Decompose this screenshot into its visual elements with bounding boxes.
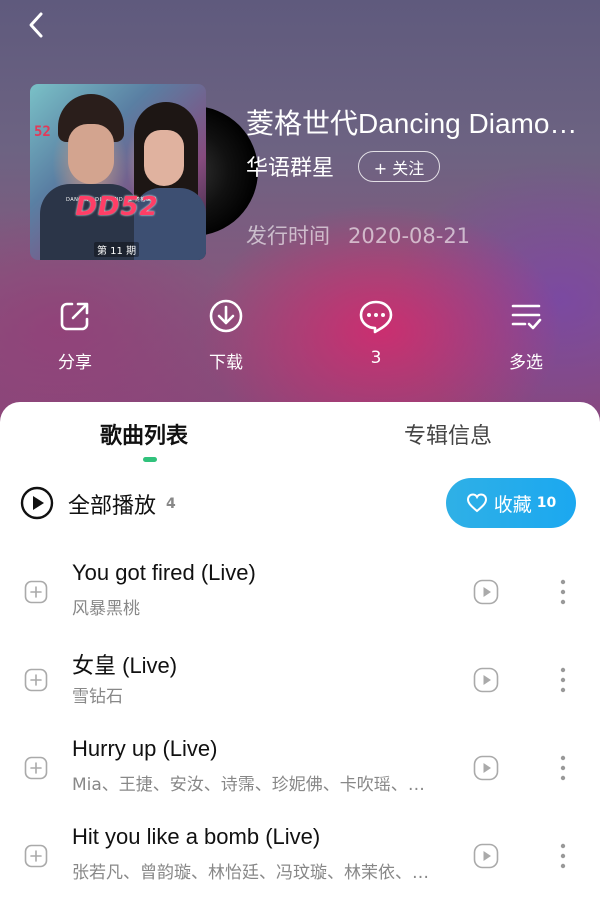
heart-icon (466, 493, 487, 513)
more-icon[interactable] (557, 752, 569, 784)
song-artist: 雪钻石 (72, 687, 123, 707)
add-to-playlist-icon[interactable] (24, 668, 48, 692)
song-title: Hit you like a bomb (Live) (72, 824, 321, 849)
share-label: 分享 (58, 353, 92, 373)
play-all-icon[interactable] (20, 486, 54, 520)
more-icon[interactable] (557, 840, 569, 872)
multi-select-icon (511, 304, 542, 330)
cover-logo: DD52 (75, 192, 159, 222)
album-artist[interactable]: 华语群星 (246, 150, 334, 182)
song-row[interactable]: Hit you like a bomb (Live) 张若凡、曾韵璇、林怡廷、冯… (0, 824, 600, 912)
album-detail-screen: 52 DANCING DIAMOND 52 菱格世代 DD52 第 11 期 菱… (0, 0, 600, 912)
release-date: 2020-08-21 (348, 224, 471, 248)
download-label: 下载 (209, 353, 243, 373)
comment-count: 3 (370, 348, 382, 368)
follow-button[interactable]: + 关注 (358, 151, 440, 182)
tab-album-info[interactable]: 专辑信息 (404, 418, 492, 450)
song-row[interactable]: Hurry up (Live) Mia、王捷、安汝、诗霈、珍妮佛、卡吹瑶、曾紫瑶 (0, 736, 600, 824)
add-to-playlist-icon[interactable] (24, 844, 48, 868)
cover-number: 52 (34, 124, 51, 140)
multi-select-button[interactable]: 多选 (481, 298, 571, 373)
more-icon[interactable] (557, 576, 569, 608)
download-icon (209, 299, 243, 333)
play-video-icon[interactable] (473, 843, 499, 869)
song-title: Hurry up (Live) (72, 736, 218, 761)
album-title: 菱格世代Dancing Diamond52 第11期 (246, 108, 580, 139)
collect-label: 收藏 (493, 493, 532, 516)
tab-song-list[interactable]: 歌曲列表 (100, 418, 188, 450)
comment-icon (359, 300, 393, 334)
play-video-icon[interactable] (473, 579, 499, 605)
release-label: 发行时间 (246, 224, 330, 248)
cover-episode: 第 11 期 (94, 242, 140, 257)
play-all-button[interactable]: 全部播放 (68, 488, 156, 520)
add-to-playlist-icon[interactable] (24, 580, 48, 604)
play-video-icon[interactable] (473, 755, 499, 781)
release-info: 发行时间 2020-08-21 (246, 220, 470, 250)
add-to-playlist-icon[interactable] (24, 756, 48, 780)
tab-indicator (143, 457, 157, 462)
song-title: You got fired (Live) (72, 560, 256, 585)
collect-button[interactable]: 收藏 10 (446, 478, 576, 528)
play-video-icon[interactable] (473, 667, 499, 693)
share-icon (60, 302, 89, 331)
chevron-left-icon (29, 12, 43, 38)
song-artist: 张若凡、曾韵璇、林怡廷、冯玟璇、林茉依、金晶 (72, 863, 438, 883)
album-cover[interactable]: 52 DANCING DIAMOND 52 菱格世代 DD52 第 11 期 (30, 84, 258, 260)
collect-count: 10 (536, 495, 557, 511)
album-cover-art: 52 DANCING DIAMOND 52 菱格世代 DD52 第 11 期 (30, 84, 206, 260)
download-button[interactable]: 下载 (181, 298, 271, 373)
back-button[interactable] (22, 10, 52, 40)
song-row[interactable]: You got fired (Live) 风暴黑桃 (0, 560, 600, 648)
song-artist: 风暴黑桃 (72, 599, 140, 619)
song-title: 女皇 (Live) (72, 653, 178, 678)
more-icon[interactable] (557, 664, 569, 696)
multi-select-label: 多选 (509, 353, 543, 373)
share-button[interactable]: 分享 (30, 298, 120, 373)
comment-button[interactable]: 3 (331, 298, 421, 368)
play-all-count: 4 (166, 496, 176, 512)
song-artist: Mia、王捷、安汝、诗霈、珍妮佛、卡吹瑶、曾紫瑶 (72, 775, 438, 795)
song-row[interactable]: 女皇 (Live) 雪钻石 (0, 648, 600, 736)
